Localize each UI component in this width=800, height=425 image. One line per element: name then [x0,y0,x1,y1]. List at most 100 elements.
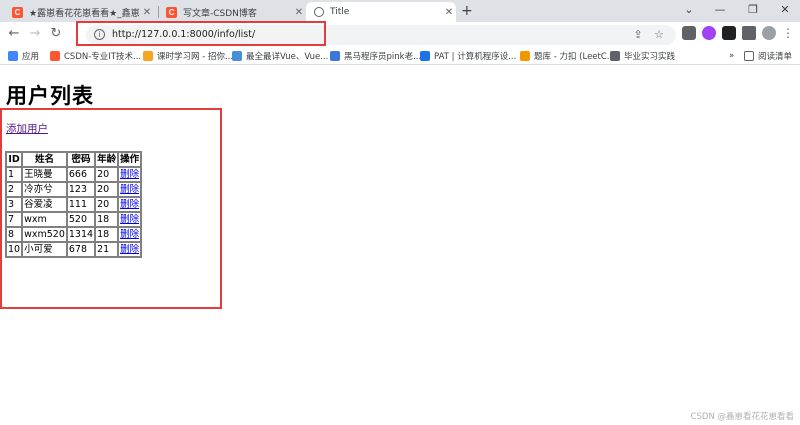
table-row: 8 wxm520 1314 18 删除 [6,227,142,242]
forward-button[interactable]: → [27,26,43,42]
page-content: 用户列表 添加用户 ID 姓名 密码 年龄 操作 1 王晓曼 666 20 删除… [0,66,800,425]
csdn-icon: C [166,6,177,18]
csdn-icon: C [12,6,23,18]
cell-action: 删除 [118,167,142,182]
tab-3[interactable]: Title ✕ [306,2,456,22]
cell-name: wxm520 [22,227,67,242]
tab-title: ★露崽看花花崽看看★_鑫崽看花 [29,8,140,19]
extension-icon[interactable] [702,26,716,40]
delete-link[interactable]: 删除 [120,214,139,225]
cell-age: 21 [95,242,119,257]
bookmark-label: 黑马程序员pink老... [344,52,422,62]
cell-age: 20 [95,167,119,182]
url-highlight-box [76,21,326,46]
cell-age: 20 [95,197,119,212]
close-icon[interactable]: ✕ [140,7,154,18]
reading-list-button[interactable]: 阅读清单 [744,49,792,63]
cell-id: 3 [6,197,23,212]
bookmark-label: 应用 [22,52,40,62]
back-button[interactable]: ← [6,26,22,42]
delete-link[interactable]: 删除 [120,199,139,210]
column-header-action: 操作 [118,152,142,167]
bookmark-item[interactable]: 最全最详Vue、Vue... [232,49,328,63]
bookmarks-more-button[interactable]: » [729,49,734,63]
csdn-icon [50,51,60,61]
close-icon[interactable]: ✕ [442,7,456,18]
extension-icon[interactable] [722,26,736,40]
bookmark-icon [520,51,530,61]
cell-id: 1 [6,167,23,182]
tab-1[interactable]: C ★露崽看花花崽看看★_鑫崽看花 ✕ [4,2,154,22]
bookmarks-bar: 应用 CSDN-专业IT技术... 课时学习网 - 招你... 最全最详Vue、… [0,47,800,65]
delete-link[interactable]: 删除 [120,184,139,195]
reading-list-label: 阅读清单 [758,52,793,62]
bookmark-icon [232,51,242,61]
cell-name: 冷亦兮 [22,182,67,197]
bookmark-apps[interactable]: 应用 [8,49,39,63]
cell-action: 删除 [118,182,142,197]
table-row: 10 小可爱 678 21 删除 [6,242,142,257]
table-row: 2 冷亦兮 123 20 删除 [6,182,142,197]
cell-id: 7 [6,212,23,227]
page-title: 用户列表 [6,84,94,108]
cell-age: 18 [95,212,119,227]
cell-password: 520 [66,212,96,227]
minimize-button[interactable]: — [705,2,735,18]
delete-link[interactable]: 删除 [120,229,139,240]
puzzle-icon[interactable] [742,26,756,40]
bookmark-label: 课时学习网 - 招你... [157,52,234,62]
new-tab-button[interactable]: + [461,3,473,19]
cell-id: 2 [6,182,23,197]
tab-search-button[interactable]: ⌄ [674,2,704,18]
watermark: CSDN @鑫崽看花花崽看看 [690,412,794,422]
extension-icon[interactable] [682,26,696,40]
tab-title: Title [330,7,350,17]
cell-age: 20 [95,182,119,197]
user-table: ID 姓名 密码 年龄 操作 1 王晓曼 666 20 删除 2 冷亦兮 123… [5,151,143,258]
maximize-button[interactable]: ❐ [738,2,768,18]
reading-list-icon [744,51,754,61]
bookmark-icon [143,51,153,61]
menu-dots-icon[interactable]: ⋮ [782,25,794,41]
delete-link[interactable]: 删除 [120,244,139,255]
bookmark-item[interactable]: CSDN-专业IT技术... [50,49,141,63]
delete-link[interactable]: 删除 [120,169,139,180]
tab-2[interactable]: C 写文章-CSDN博客 ✕ [158,2,306,22]
cell-password: 666 [66,167,96,182]
cell-action: 删除 [118,227,142,242]
bookmark-item[interactable]: 题库 - 力扣 (LeetC... [520,49,615,63]
table-header-row: ID 姓名 密码 年龄 操作 [6,152,142,167]
share-icon[interactable]: ⇪ [631,29,645,41]
table-row: 1 王晓曼 666 20 删除 [6,167,142,182]
profile-avatar-icon[interactable] [762,26,776,40]
cell-age: 18 [95,227,119,242]
star-icon[interactable]: ☆ [652,29,666,41]
bookmark-item[interactable]: PAT | 计算机程序设... [420,49,516,63]
cell-action: 删除 [118,212,142,227]
close-icon[interactable]: ✕ [292,7,306,18]
add-user-link[interactable]: 添加用户 [6,121,48,136]
cell-id: 8 [6,227,23,242]
tab-strip: C ★露崽看花花崽看看★_鑫崽看花 ✕ C 写文章-CSDN博客 ✕ Title… [0,0,800,22]
cell-password: 111 [66,197,96,212]
column-header-id: ID [6,152,23,167]
window-close-button[interactable]: ✕ [770,2,800,18]
bookmark-label: 最全最详Vue、Vue... [246,52,329,62]
cell-password: 123 [66,182,96,197]
bookmark-label: 题库 - 力扣 (LeetC... [534,52,615,62]
column-header-password: 密码 [66,152,96,167]
reload-button[interactable]: ↻ [48,26,64,42]
cell-name: wxm [22,212,67,227]
cell-password: 678 [66,242,96,257]
bookmark-item[interactable]: 黑马程序员pink老... [330,49,421,63]
cell-name: 谷爱凌 [22,197,67,212]
bookmark-item[interactable]: 毕业实习实践 [610,49,675,63]
bookmark-item[interactable]: 课时学习网 - 招你... [143,49,233,63]
column-header-age: 年龄 [95,152,119,167]
bookmark-label: PAT | 计算机程序设... [434,52,517,62]
table-row: 7 wxm 520 18 删除 [6,212,142,227]
cell-name: 王晓曼 [22,167,67,182]
cell-id: 10 [6,242,23,257]
cell-name: 小可爱 [22,242,67,257]
bookmark-label: 毕业实习实践 [624,52,676,62]
